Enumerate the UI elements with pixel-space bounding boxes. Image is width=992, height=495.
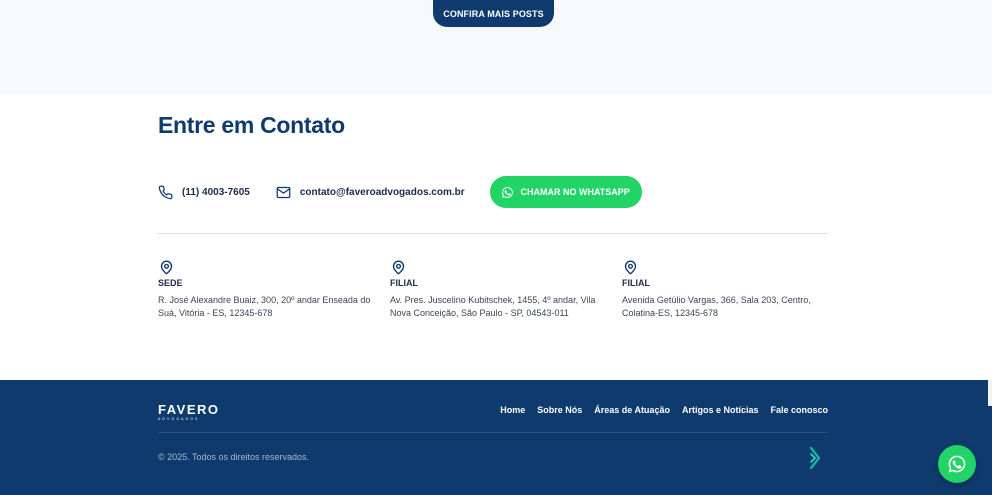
office-card: SEDE R. José Alexandre Buaiz, 300, 20º a… <box>158 260 373 320</box>
email-link[interactable]: contato@faveroadvogados.com.br <box>276 185 465 200</box>
office-address: Av. Pres. Juscelino Kubitschek, 1455, 4º… <box>390 295 596 318</box>
site-footer <box>0 380 992 495</box>
contact-row: (11) 4003-7605 contato@faveroadvogados.c… <box>158 176 642 208</box>
whatsapp-button[interactable]: CHAMAR NO WHATSAPP <box>489 176 642 208</box>
office-card: FILIAL Avenida Getúlio Vargas, 366, Sala… <box>622 260 837 320</box>
copyright-text: © 2025. Todos os direitos reservados. <box>158 452 310 462</box>
footer-nav: Home Sobre Nós Áreas de Atuação Artigos … <box>500 405 828 415</box>
office-card: FILIAL Av. Pres. Juscelino Kubitschek, 1… <box>390 260 605 320</box>
map-pin-icon <box>392 260 405 275</box>
whatsapp-icon <box>502 186 514 198</box>
contact-title: Entre em Contato <box>158 112 345 138</box>
whatsapp-button-label: CHAMAR NO WHATSAPP <box>520 187 630 197</box>
contact-divider <box>158 233 828 234</box>
developer-logo-icon[interactable] <box>809 447 821 469</box>
phone-link[interactable]: (11) 4003-7605 <box>158 185 250 200</box>
map-pin-icon <box>160 260 173 275</box>
scroll-edge <box>988 380 992 406</box>
floating-whatsapp-button[interactable] <box>938 445 976 483</box>
map-pin-icon <box>624 260 637 275</box>
phone-number: (11) 4003-7605 <box>182 186 250 198</box>
office-address: R. José Alexandre Buaiz, 300, 20º andar … <box>158 295 371 318</box>
email-address: contato@faveroadvogados.com.br <box>299 186 465 198</box>
logo-tagline: ADVOGADOS <box>158 417 200 421</box>
logo-wordmark: FAVERO <box>158 402 220 417</box>
footer-nav-practice-areas[interactable]: Áreas de Atuação <box>594 405 670 415</box>
whatsapp-icon <box>948 455 966 473</box>
office-title: FILIAL <box>622 278 650 288</box>
footer-nav-about[interactable]: Sobre Nós <box>537 405 582 415</box>
more-posts-button[interactable]: CONFIRA MAIS POSTS <box>433 0 554 27</box>
footer-nav-contact[interactable]: Fale conosco <box>770 405 828 415</box>
phone-icon <box>158 185 173 199</box>
footer-nav-home[interactable]: Home <box>500 405 525 415</box>
office-title: FILIAL <box>390 278 418 288</box>
mail-icon <box>276 186 291 198</box>
office-title: SEDE <box>158 278 183 288</box>
footer-divider <box>158 432 828 433</box>
footer-nav-articles[interactable]: Artigos e Notícias <box>682 405 759 415</box>
office-address: Avenida Getúlio Vargas, 366, Sala 203, C… <box>622 295 811 318</box>
footer-logo[interactable]: FAVERO ADVOGADOS <box>158 403 220 421</box>
